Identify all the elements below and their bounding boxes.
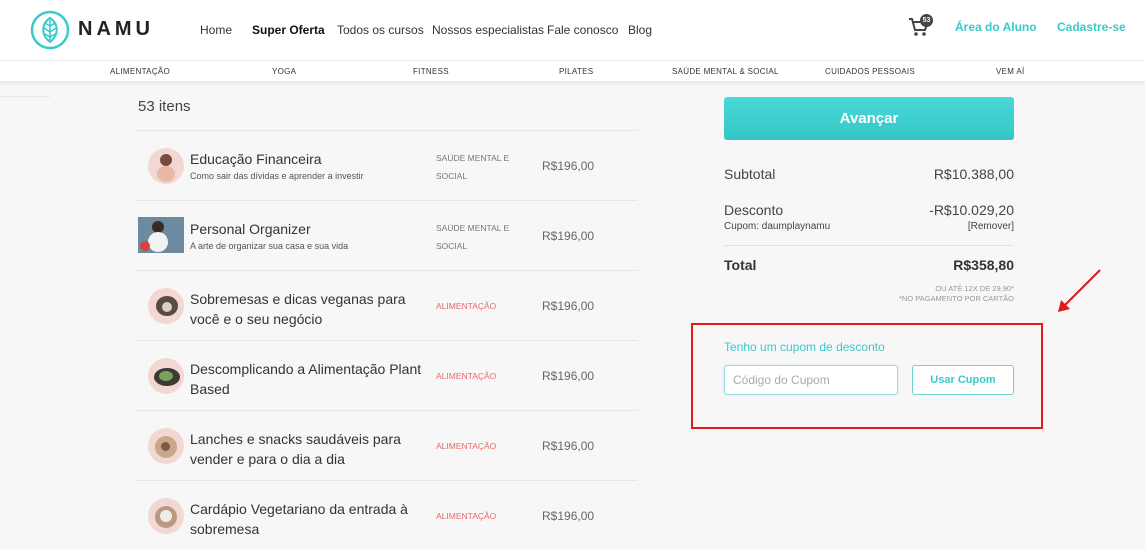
discount-row: Desconto -R$10.029,20 xyxy=(724,202,1014,218)
coupon-section-title[interactable]: Tenho um cupom de desconto xyxy=(724,340,885,354)
cart-item[interactable]: Lanches e snacks saudáveis para vender e… xyxy=(136,410,638,480)
cart-item[interactable]: Descomplicando a Alimentação Plant Based… xyxy=(136,340,638,410)
cart-item-list: Educação Financeira Como sair das dívida… xyxy=(136,130,638,550)
course-thumbnail xyxy=(148,288,184,324)
total-value: R$358,80 xyxy=(953,257,1014,273)
course-title[interactable]: Sobremesas e dicas veganas para você e o… xyxy=(190,289,425,329)
course-category: ALIMENTAÇÃO xyxy=(436,441,497,451)
course-category: ALIMENTAÇÃO xyxy=(436,511,497,521)
course-price: R$196,00 xyxy=(542,159,595,173)
category-alimentacao[interactable]: ALIMENTAÇÃO xyxy=(110,67,170,76)
total-row: Total R$358,80 xyxy=(724,257,1014,273)
category-cuidados-pessoais[interactable]: CUIDADOS PESSOAIS xyxy=(825,67,915,76)
student-area-link[interactable]: Área do Aluno xyxy=(955,20,1037,34)
category-fitness[interactable]: FITNESS xyxy=(413,67,449,76)
subtotal-value: R$10.388,00 xyxy=(933,166,1014,182)
course-price: R$196,00 xyxy=(542,299,595,313)
course-title[interactable]: Lanches e snacks saudáveis para vender e… xyxy=(190,429,425,469)
discount-label: Desconto xyxy=(724,202,784,218)
course-price: R$196,00 xyxy=(542,509,595,523)
category-pilates[interactable]: PILATES xyxy=(559,67,593,76)
coupon-applied-row: Cupom: daumplaynamu [Remover] xyxy=(724,221,1014,232)
cart-count-badge: 53 xyxy=(920,14,933,27)
advance-button[interactable]: Avançar xyxy=(724,97,1014,140)
subtotal-label: Subtotal xyxy=(724,166,776,182)
course-category: SAÚDE MENTAL E SOCIAL xyxy=(436,153,510,181)
red-arrow-annotation-icon xyxy=(1058,269,1101,312)
card-payment-note: *NO PAGAMENTO POR CARTÃO xyxy=(898,294,1014,303)
nav-fale-conosco[interactable]: Fale conosco xyxy=(547,23,618,37)
summary-divider xyxy=(724,245,1014,246)
course-thumbnail xyxy=(148,498,184,534)
course-price: R$196,00 xyxy=(542,229,595,243)
course-thumbnail xyxy=(138,217,184,253)
course-subtitle: A arte de organizar sua casa e sua vida xyxy=(190,241,349,251)
category-saude-mental[interactable]: SAÚDE MENTAL & SOCIAL xyxy=(672,67,779,76)
course-subtitle: Como sair das dívidas e aprender a inves… xyxy=(190,171,364,181)
top-navbar: NAMU Home Super Oferta Todos os cursos N… xyxy=(0,0,1145,60)
subtotal-row: Subtotal R$10.388,00 xyxy=(724,166,1014,182)
course-price: R$196,00 xyxy=(542,439,595,453)
course-category: SAÚDE MENTAL E SOCIAL xyxy=(436,223,510,251)
course-category: ALIMENTAÇÃO xyxy=(436,301,497,311)
nav-blog[interactable]: Blog xyxy=(628,23,652,37)
divider xyxy=(0,82,50,97)
installments-note: OU ATÉ 12X DE 29,90* xyxy=(935,284,1014,293)
course-title[interactable]: Personal Organizer xyxy=(190,219,425,239)
nav-super-oferta[interactable]: Super Oferta xyxy=(252,23,325,37)
cart-item[interactable]: Cardápio Vegetariano da entrada à sobrem… xyxy=(136,480,638,550)
course-thumbnail xyxy=(148,428,184,464)
category-yoga[interactable]: YOGA xyxy=(272,67,296,76)
discount-value: -R$10.029,20 xyxy=(929,202,1014,218)
course-title[interactable]: Descomplicando a Alimentação Plant Based xyxy=(190,359,425,399)
namu-logo-icon[interactable] xyxy=(30,10,70,50)
cart-item[interactable]: Educação Financeira Como sair das dívida… xyxy=(136,130,638,200)
nav-home[interactable]: Home xyxy=(200,23,232,37)
category-bar: ALIMENTAÇÃO YOGA FITNESS PILATES SAÚDE M… xyxy=(0,60,1145,82)
remove-coupon-link[interactable]: [Remover] xyxy=(968,221,1014,232)
signup-link[interactable]: Cadastre-se xyxy=(1057,20,1126,34)
course-title[interactable]: Educação Financeira xyxy=(190,149,425,169)
cart-item-count: 53 itens xyxy=(138,98,191,115)
course-price: R$196,00 xyxy=(542,369,595,383)
cart-item[interactable]: Personal Organizer A arte de organizar s… xyxy=(136,200,638,270)
total-label: Total xyxy=(724,257,757,273)
nav-nossos-especialistas[interactable]: Nossos especialistas xyxy=(432,23,544,37)
coupon-code-input[interactable] xyxy=(724,365,898,395)
applied-coupon-code: Cupom: daumplaynamu xyxy=(724,221,831,232)
nav-todos-os-cursos[interactable]: Todos os cursos xyxy=(337,23,424,37)
course-title[interactable]: Cardápio Vegetariano da entrada à sobrem… xyxy=(190,499,425,539)
category-vem-ai[interactable]: VEM AÍ xyxy=(996,67,1024,76)
course-thumbnail xyxy=(148,358,184,394)
use-coupon-button[interactable]: Usar Cupom xyxy=(912,365,1014,395)
brand-name[interactable]: NAMU xyxy=(78,18,154,41)
cart-item[interactable]: Sobremesas e dicas veganas para você e o… xyxy=(136,270,638,340)
course-category: ALIMENTAÇÃO xyxy=(436,371,497,381)
course-thumbnail xyxy=(148,148,184,184)
